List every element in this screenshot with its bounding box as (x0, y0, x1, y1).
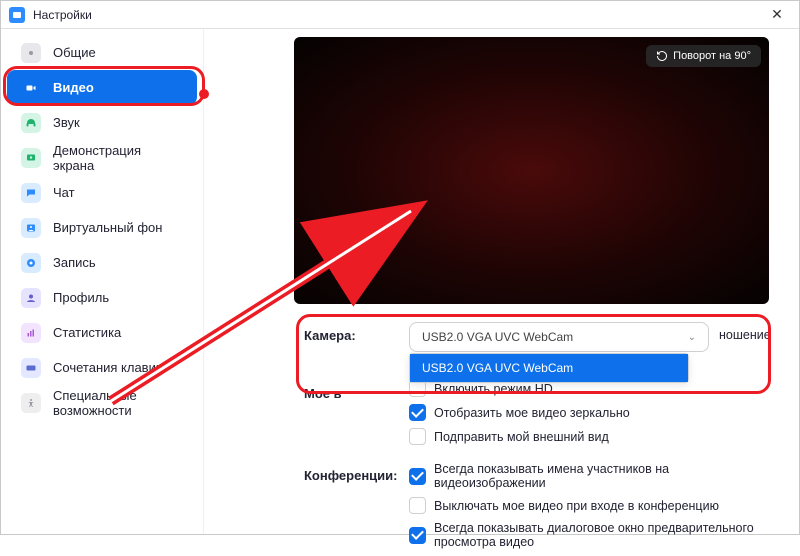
share-screen-icon (21, 148, 41, 168)
meetings-row: Конференции: Всегда показывать имена уча… (304, 462, 779, 556)
camera-select[interactable]: USB2.0 VGA UVC WebCam ⌄ (409, 322, 709, 352)
ratio-suffix: ношение (719, 328, 771, 342)
video-preview: Поворот на 90° (294, 37, 769, 304)
sidebar-item-stats[interactable]: Статистика (7, 315, 197, 350)
headphones-icon (21, 113, 41, 133)
record-icon (21, 253, 41, 273)
my-video-label: Мое в (304, 380, 409, 401)
show-preview-checkbox-row[interactable]: Всегда показывать диалоговое окно предва… (409, 521, 779, 549)
mute-video-label: Выключать мое видео при входе в конферен… (434, 499, 719, 513)
sidebar-item-label: Профиль (53, 290, 109, 305)
sidebar-item-profile[interactable]: Профиль (7, 280, 197, 315)
rotate-icon (656, 50, 668, 62)
close-icon[interactable]: ✕ (763, 6, 791, 23)
sidebar-item-label: Специальные возможности (53, 388, 183, 418)
checkbox-icon (409, 428, 426, 445)
sidebar: Общие Видео Звук Демонстрация экрана Чат… (1, 29, 204, 534)
sidebar-item-label: Статистика (53, 325, 121, 340)
annotation-dot (199, 89, 209, 99)
camera-label: Камера: (304, 322, 409, 343)
checkbox-icon (409, 497, 426, 514)
sidebar-item-label: Виртуальный фон (53, 220, 162, 235)
sidebar-item-label: Сочетания клавиш (53, 360, 166, 375)
sidebar-item-share[interactable]: Демонстрация экрана (7, 140, 197, 175)
checkbox-checked-icon (409, 468, 426, 485)
sidebar-item-audio[interactable]: Звук (7, 105, 197, 140)
mirror-checkbox-row[interactable]: Отобразить мое видео зеркально (409, 404, 779, 421)
mute-video-checkbox-row[interactable]: Выключать мое видео при входе в конферен… (409, 497, 779, 514)
sidebar-item-label: Демонстрация экрана (53, 143, 183, 173)
video-icon (21, 78, 41, 98)
gear-icon (21, 43, 41, 63)
sidebar-item-recording[interactable]: Запись (7, 245, 197, 280)
sidebar-item-label: Общие (53, 45, 96, 60)
sidebar-item-label: Запись (53, 255, 96, 270)
keyboard-icon (21, 358, 41, 378)
checkbox-checked-icon (409, 527, 426, 544)
chevron-down-icon: ⌄ (688, 332, 696, 343)
camera-selected-value: USB2.0 VGA UVC WebCam (422, 330, 573, 344)
sidebar-item-general[interactable]: Общие (7, 35, 197, 70)
hd-label: Включить режим HD (434, 382, 553, 396)
my-video-row: Мое в Включить режим HD Отобразить мое в… (304, 380, 779, 452)
sidebar-item-label: Звук (53, 115, 80, 130)
camera-option[interactable]: USB2.0 VGA UVC WebCam (410, 354, 688, 382)
rotate-label: Поворот на 90° (673, 50, 751, 62)
chat-icon (21, 183, 41, 203)
sidebar-item-vbg[interactable]: Виртуальный фон (7, 210, 197, 245)
accessibility-icon (21, 393, 41, 413)
virtual-bg-icon (21, 218, 41, 238)
sidebar-item-keys[interactable]: Сочетания клавиш (7, 350, 197, 385)
camera-row: Камера: USB2.0 VGA UVC WebCam ⌄ USB2.0 V… (304, 322, 779, 352)
rotate-button[interactable]: Поворот на 90° (646, 45, 761, 67)
content-pane: Поворот на 90° Камера: USB2.0 VGA UVC We… (204, 29, 799, 534)
sidebar-item-video[interactable]: Видео (7, 70, 197, 105)
window-title: Настройки (33, 8, 92, 22)
show-preview-label: Всегда показывать диалоговое окно предва… (434, 521, 779, 549)
sidebar-item-label: Видео (53, 80, 94, 95)
checkbox-checked-icon (409, 404, 426, 421)
titlebar: Настройки ✕ (1, 1, 799, 29)
show-names-label: Всегда показывать имена участников на ви… (434, 462, 779, 490)
touchup-checkbox-row[interactable]: Подправить мой внешний вид (409, 428, 779, 445)
profile-icon (21, 288, 41, 308)
camera-dropdown: USB2.0 VGA UVC WebCam (409, 353, 689, 383)
mirror-label: Отобразить мое видео зеркально (434, 406, 630, 420)
app-icon (9, 7, 25, 23)
touchup-label: Подправить мой внешний вид (434, 430, 609, 444)
sidebar-item-accessibility[interactable]: Специальные возможности (7, 385, 197, 420)
stats-icon (21, 323, 41, 343)
meetings-label: Конференции: (304, 462, 409, 483)
show-names-checkbox-row[interactable]: Всегда показывать имена участников на ви… (409, 462, 779, 490)
sidebar-item-chat[interactable]: Чат (7, 175, 197, 210)
sidebar-item-label: Чат (53, 185, 75, 200)
